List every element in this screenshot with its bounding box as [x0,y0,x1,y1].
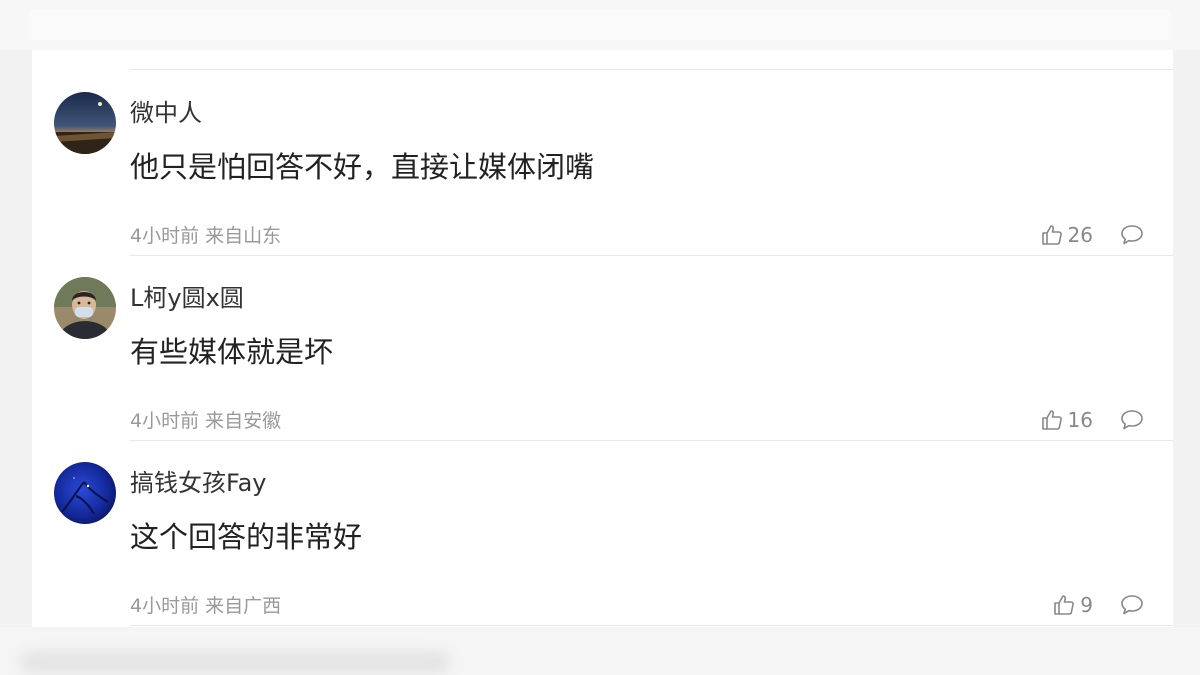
comment-time: 4小时前 [130,595,200,617]
masked-person-avatar-image [54,277,116,339]
like-count: 9 [1080,593,1093,617]
comment-item: 搞钱女孩Fay 这个回答的非常好 4小时前 来自广西 9 [32,440,1173,625]
comment-meta: 4小时前 来自山东 [130,224,281,248]
username[interactable]: 微中人 [130,98,202,128]
comment-time: 4小时前 [130,225,200,247]
username[interactable]: L柯y圆x圆 [130,283,244,313]
comment-actions: 9 [1052,591,1145,619]
reply-button[interactable] [1119,408,1145,432]
reply-button[interactable] [1119,223,1145,247]
like-button[interactable]: 16 [1040,408,1093,432]
speech-bubble-icon [1121,410,1143,430]
comment-actions: 16 [1040,406,1145,434]
comment-actions: 26 [1040,221,1145,249]
comment-location: 来自广西 [205,595,282,617]
thumbs-up-icon [1041,410,1062,430]
comment-text: 有些媒体就是坏 [130,335,334,369]
thumbs-up-icon [1041,225,1062,245]
comment-text: 这个回答的非常好 [130,520,363,554]
avatar[interactable] [54,92,116,154]
username[interactable]: 搞钱女孩Fay [130,468,267,498]
divider [130,625,1173,626]
comment-item: L柯y圆x圆 有些媒体就是坏 4小时前 来自安徽 16 [32,255,1173,440]
night-landscape-avatar-image [54,92,116,154]
top-blurred-area [0,0,1200,50]
like-count: 16 [1067,408,1093,432]
like-button[interactable]: 26 [1040,223,1093,247]
avatar[interactable] [54,462,116,524]
blurred-header-bar [30,10,1170,40]
comment-time: 4小时前 [130,410,200,432]
like-count: 26 [1067,223,1093,247]
comment-location: 来自山东 [205,225,282,247]
comment-text: 他只是怕回答不好，直接让媒体闭嘴 [130,150,595,184]
comment-meta: 4小时前 来自安徽 [130,409,281,433]
comment-list: 微中人 他只是怕回答不好，直接让媒体闭嘴 4小时前 来自山东 26 L柯y圆x圆… [32,50,1173,627]
like-button[interactable]: 9 [1052,593,1093,617]
thumbs-up-icon [1054,595,1075,615]
blurred-footer [20,651,450,673]
bottom-blurred-area [0,627,1200,675]
comment-location: 来自安徽 [205,410,282,432]
speech-bubble-icon [1121,225,1143,245]
avatar[interactable] [54,277,116,339]
reply-button[interactable] [1119,593,1145,617]
blue-night-avatar-image [54,462,116,524]
comment-meta: 4小时前 来自广西 [130,594,281,618]
comment-item: 微中人 他只是怕回答不好，直接让媒体闭嘴 4小时前 来自山东 26 [32,70,1173,255]
speech-bubble-icon [1121,595,1143,615]
